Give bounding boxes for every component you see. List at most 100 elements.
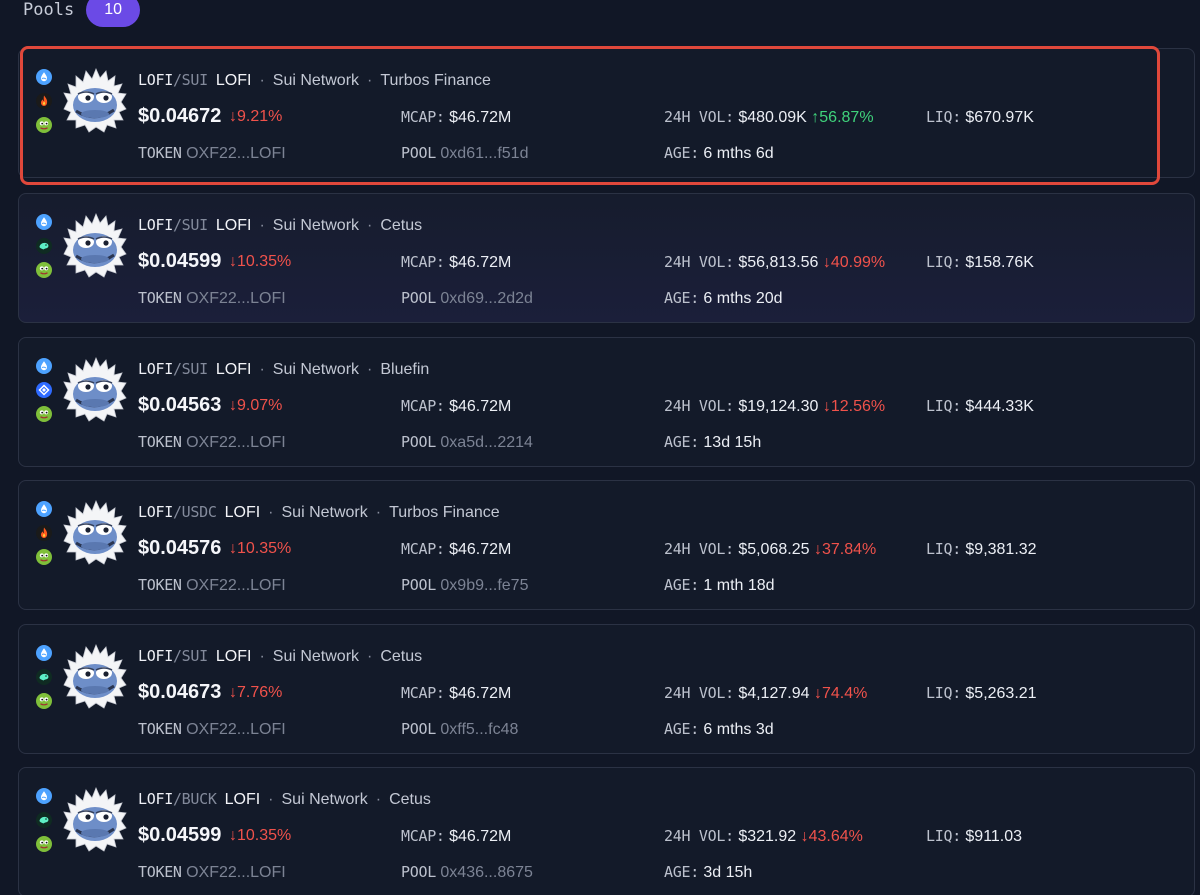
pool-card[interactable]: LOFI / SUI LOFI · Sui Network · Bluefin $0… [18, 337, 1195, 467]
mcap-value: $46.72M [449, 254, 512, 271]
pair-line: LOFI / SUI LOFI · Sui Network · Bluefin [138, 360, 429, 379]
pair-quote: USDC [181, 503, 217, 521]
pair-base: LOFI [138, 647, 173, 665]
dex-name[interactable]: Cetus [389, 791, 431, 809]
dex-name[interactable]: Cetus [380, 217, 422, 235]
pool-label: POOL [401, 433, 436, 451]
network-name: Sui Network [281, 791, 368, 808]
pools-header: Pools 10 [23, 0, 141, 28]
vol-label: 24H VOL: [664, 397, 734, 415]
lofi-yeti-avatar [62, 212, 128, 278]
pepe-token-icon [36, 406, 52, 422]
pool-card[interactable]: LOFI / USDC LOFI · Sui Network · Turbos Fi… [18, 480, 1195, 610]
token-address-value[interactable]: OXF22...LOFI [186, 434, 286, 451]
age-label: AGE: [664, 433, 699, 451]
dex-name[interactable]: Turbos Finance [389, 504, 500, 522]
separator-dot: · [375, 791, 382, 808]
pool-age: AGE: 6 mths 20d [664, 289, 783, 308]
chain-dex-icons [36, 214, 52, 278]
pool-address-value[interactable]: 0xff5...fc48 [440, 721, 518, 738]
dex-name[interactable]: Turbos Finance [380, 72, 491, 90]
dex-name[interactable]: Cetus [380, 648, 422, 666]
pool-address-value[interactable]: 0x436...8675 [440, 864, 533, 881]
token-address: TOKEN OXF22...LOFI [138, 863, 286, 882]
network-name: Sui Network [281, 504, 368, 521]
pair-line: LOFI / SUI LOFI · Sui Network · Cetus [138, 216, 422, 235]
pool-address-value[interactable]: 0xa5d...2214 [440, 434, 533, 451]
lofi-yeti-avatar [62, 643, 128, 709]
pair-quote: SUI [181, 216, 209, 234]
chain-dex-icons [36, 69, 52, 133]
token-address: TOKEN OXF22...LOFI [138, 144, 286, 163]
price-value: $0.04599 [138, 824, 222, 846]
separator-dot: · [375, 504, 382, 521]
vol-change: ↑56.87% [811, 109, 874, 126]
age-label: AGE: [664, 289, 699, 307]
vol-label: 24H VOL: [664, 827, 734, 845]
age-value: 3d 15h [703, 864, 753, 881]
pool-address: POOL 0xd61...f51d [401, 144, 528, 163]
mcap-value: $46.72M [449, 828, 512, 845]
pair-slash: / [172, 790, 182, 808]
lofi-yeti-avatar [62, 786, 128, 852]
token-label: TOKEN [138, 433, 182, 451]
market-cap: MCAP: $46.72M [401, 540, 511, 559]
volume-24h: 24H VOL: $321.92 ↓43.64% [664, 827, 863, 846]
pair-line: LOFI / BUCK LOFI · Sui Network · Cetus [138, 790, 431, 809]
token-address-value[interactable]: OXF22...LOFI [186, 721, 286, 738]
pool-address-value[interactable]: 0xd69...2d2d [440, 290, 533, 307]
liq-label: LIQ: [926, 684, 961, 702]
vol-change: ↓37.84% [813, 541, 877, 558]
age-value: 6 mths 6d [703, 145, 774, 162]
pair-slash: / [172, 71, 182, 89]
lofi-yeti-avatar [62, 67, 128, 133]
token-address-value[interactable]: OXF22...LOFI [186, 290, 286, 307]
pair-base: LOFI [138, 216, 173, 234]
pool-card[interactable]: LOFI / BUCK LOFI · Sui Network · Cetus $0.… [18, 767, 1195, 895]
token-address-value[interactable]: OXF22...LOFI [186, 864, 286, 881]
sui-network-icon [36, 358, 52, 374]
separator-dot: · [367, 217, 373, 234]
pair-quote: SUI [181, 71, 209, 89]
vol-label: 24H VOL: [664, 684, 734, 702]
pool-card[interactable]: LOFI / SUI LOFI · Sui Network · Cetus $0.0… [18, 624, 1195, 754]
price-value: $0.04576 [138, 537, 222, 559]
price-value: $0.04672 [138, 105, 222, 127]
token-address: TOKEN OXF22...LOFI [138, 720, 286, 739]
volume-24h: 24H VOL: $480.09K ↑56.87% [664, 108, 874, 127]
dex-name[interactable]: Bluefin [380, 361, 429, 379]
separator-dot: · [367, 72, 373, 89]
pepe-token-icon [36, 693, 52, 709]
liquidity: LIQ: $9,381.32 [926, 540, 1037, 559]
vol-value: $321.92 [738, 828, 797, 845]
separator-dot: · [259, 648, 265, 665]
pepe-token-icon [36, 262, 52, 278]
pool-card[interactable]: LOFI / SUI LOFI · Sui Network · Turbos Fin… [18, 48, 1195, 178]
liq-value: $9,381.32 [965, 541, 1037, 558]
vol-label: 24H VOL: [664, 108, 734, 126]
age-value: 1 mth 18d [703, 577, 775, 594]
token-address-value[interactable]: OXF22...LOFI [186, 577, 286, 594]
vol-label: 24H VOL: [664, 253, 734, 271]
pepe-token-icon [36, 117, 52, 133]
pool-age: AGE: 6 mths 6d [664, 144, 774, 163]
network-name: Sui Network [272, 648, 360, 665]
lofi-yeti-avatar [62, 499, 128, 565]
token-address-value[interactable]: OXF22...LOFI [186, 145, 286, 162]
liq-value: $911.03 [965, 828, 1023, 845]
network-name: Sui Network [272, 217, 360, 234]
pair-quote: SUI [181, 647, 209, 665]
pool-label: POOL [401, 863, 436, 881]
chain-dex-icons [36, 788, 52, 852]
pool-card[interactable]: LOFI / SUI LOFI · Sui Network · Cetus $0.0… [18, 193, 1195, 323]
liquidity: LIQ: $911.03 [926, 827, 1022, 846]
pools-title: Pools [23, 0, 75, 20]
market-cap: MCAP: $46.72M [401, 827, 511, 846]
liq-label: LIQ: [926, 827, 961, 845]
liquidity: LIQ: $158.76K [926, 253, 1034, 272]
pair-base: LOFI [138, 503, 173, 521]
pool-address-value[interactable]: 0xd61...f51d [440, 145, 528, 162]
liq-label: LIQ: [926, 253, 961, 271]
pool-address-value[interactable]: 0x9b9...fe75 [440, 577, 528, 594]
price-change: ↓9.07% [229, 397, 283, 414]
